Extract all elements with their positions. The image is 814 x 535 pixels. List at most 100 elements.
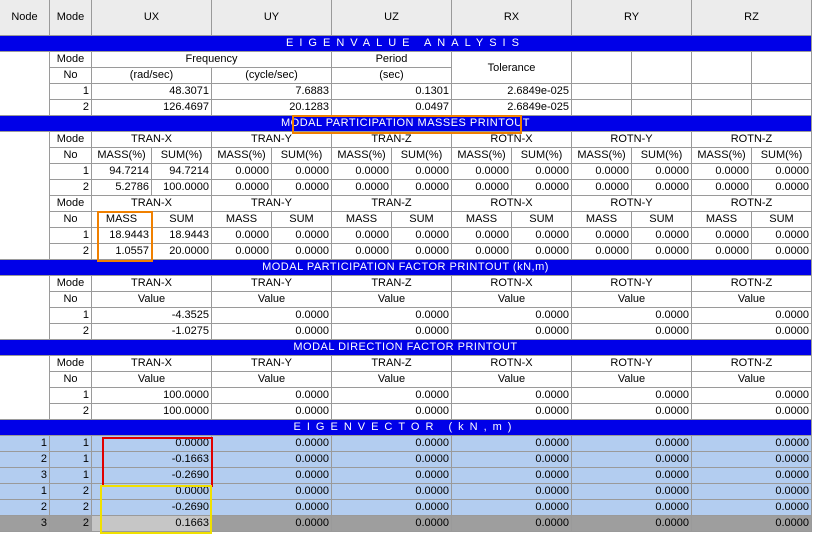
eigenvector-value[interactable]: 0.0000: [572, 484, 692, 500]
eigenvector-value[interactable]: -0.1663: [92, 452, 212, 468]
eigenvector-value[interactable]: 0.0000: [572, 468, 692, 484]
eigenvector-value[interactable]: 0.0000: [212, 516, 332, 532]
eigenvector-value[interactable]: 0.0000: [452, 500, 572, 516]
node-number[interactable]: 1: [0, 484, 50, 500]
node-number[interactable]: 3: [0, 516, 50, 532]
eigenvector-value[interactable]: 0.0000: [572, 452, 692, 468]
eigenvector-value[interactable]: 0.0000: [332, 516, 452, 532]
eigenvector-value[interactable]: 0.0000: [452, 452, 572, 468]
sum-subheader: SUM(%): [512, 148, 572, 164]
group-header-rotn-z: ROTN-Z: [692, 356, 812, 372]
node-number[interactable]: 1: [0, 436, 50, 452]
group-header-tran-z: TRAN-Z: [332, 132, 452, 148]
sum-value: 0.0000: [392, 228, 452, 244]
node-number[interactable]: 2: [0, 500, 50, 516]
factor-value: 0.0000: [572, 388, 692, 404]
eigenvector-value[interactable]: 0.0000: [572, 436, 692, 452]
mass-subheader: MASS(%): [452, 148, 512, 164]
mass-value: 0.0000: [572, 228, 632, 244]
sum-subheader: SUM(%): [752, 148, 812, 164]
sec-unit-label: (sec): [332, 68, 452, 84]
eigenvector-value[interactable]: 0.0000: [332, 484, 452, 500]
column-header-uy[interactable]: UY: [212, 0, 332, 36]
eigenvector-value[interactable]: 0.0000: [92, 484, 212, 500]
eigenvector-value[interactable]: 0.0000: [692, 436, 812, 452]
value-label: Value: [212, 292, 332, 308]
factor-value: -1.0275: [92, 324, 212, 340]
column-header-mode[interactable]: Mode: [50, 0, 92, 36]
mass-subheader: MASS: [572, 212, 632, 228]
mode-label: Mode: [50, 52, 92, 68]
column-header-node[interactable]: Node: [0, 0, 50, 36]
factor-value: 0.0000: [692, 308, 812, 324]
sum-value: 0.0000: [512, 164, 572, 180]
mass-subheader: MASS(%): [92, 148, 152, 164]
mode-number[interactable]: 1: [50, 468, 92, 484]
group-header-rotn-z: ROTN-Z: [692, 196, 812, 212]
eigenvector-value[interactable]: 0.0000: [452, 436, 572, 452]
period-value: 0.0497: [332, 100, 452, 116]
column-header-rz[interactable]: RZ: [692, 0, 812, 36]
sum-value: 0.0000: [272, 164, 332, 180]
mass-value: 0.0000: [212, 180, 272, 196]
factor-value: 0.0000: [332, 324, 452, 340]
mass-value: 0.0000: [332, 180, 392, 196]
mode-number[interactable]: 2: [50, 516, 92, 532]
eigenvector-value[interactable]: 0.0000: [692, 452, 812, 468]
mass-value: 0.0000: [212, 244, 272, 260]
group-header-rotn-y: ROTN-Y: [572, 196, 692, 212]
column-header-uz[interactable]: UZ: [332, 0, 452, 36]
eigenvector-value[interactable]: 0.0000: [332, 468, 452, 484]
eigenvector-value[interactable]: 0.0000: [572, 500, 692, 516]
eigenvector-value[interactable]: -0.2690: [92, 468, 212, 484]
eigenvector-value[interactable]: 0.0000: [692, 484, 812, 500]
eigenvector-value[interactable]: 0.0000: [692, 516, 812, 532]
eigenvector-value[interactable]: 0.0000: [212, 452, 332, 468]
eigenvector-value[interactable]: 0.0000: [452, 484, 572, 500]
mode-number: 1: [50, 388, 92, 404]
sum-value: 0.0000: [272, 228, 332, 244]
eigenvector-value[interactable]: 0.0000: [572, 516, 692, 532]
mode-number: 1: [50, 228, 92, 244]
factor-value: 0.0000: [212, 308, 332, 324]
empty-cell: [632, 84, 692, 100]
value-label: Value: [332, 372, 452, 388]
empty-cell: [572, 52, 632, 84]
node-number[interactable]: 3: [0, 468, 50, 484]
eigenvector-value[interactable]: 0.0000: [452, 468, 572, 484]
value-label: Value: [572, 372, 692, 388]
mode-number[interactable]: 1: [50, 452, 92, 468]
mode-number[interactable]: 2: [50, 500, 92, 516]
eigenvector-value[interactable]: 0.0000: [332, 500, 452, 516]
sum-value: 0.0000: [632, 244, 692, 260]
sum-value: 0.0000: [272, 180, 332, 196]
column-header-rx[interactable]: RX: [452, 0, 572, 36]
column-header-ux[interactable]: UX: [92, 0, 212, 36]
no-label: No: [50, 68, 92, 84]
sum-subheader: SUM(%): [272, 148, 332, 164]
empty-cell: [752, 100, 812, 116]
eigenvector-value[interactable]: 0.0000: [692, 500, 812, 516]
empty-cell: [0, 52, 50, 116]
eigenvector-value[interactable]: 0.0000: [92, 436, 212, 452]
eigenvector-value[interactable]: 0.0000: [212, 484, 332, 500]
node-number[interactable]: 2: [0, 452, 50, 468]
eigenvector-value[interactable]: 0.0000: [212, 500, 332, 516]
eigenvector-value[interactable]: 0.0000: [212, 436, 332, 452]
group-header-tran-x: TRAN-X: [92, 356, 212, 372]
eigenvector-value[interactable]: 0.0000: [452, 516, 572, 532]
rad-unit-label: (rad/sec): [92, 68, 212, 84]
factor-value: 0.0000: [452, 324, 572, 340]
empty-cell: [572, 84, 632, 100]
mode-number: 2: [50, 244, 92, 260]
column-header-ry[interactable]: RY: [572, 0, 692, 36]
eigenvector-value[interactable]: -0.2690: [92, 500, 212, 516]
mode-number[interactable]: 2: [50, 484, 92, 500]
mode-number[interactable]: 1: [50, 436, 92, 452]
eigenvector-value[interactable]: 0.1663: [92, 516, 212, 532]
mass-subheader: MASS: [92, 212, 152, 228]
eigenvector-value[interactable]: 0.0000: [332, 452, 452, 468]
eigenvector-value[interactable]: 0.0000: [212, 468, 332, 484]
eigenvector-value[interactable]: 0.0000: [692, 468, 812, 484]
eigenvector-value[interactable]: 0.0000: [332, 436, 452, 452]
